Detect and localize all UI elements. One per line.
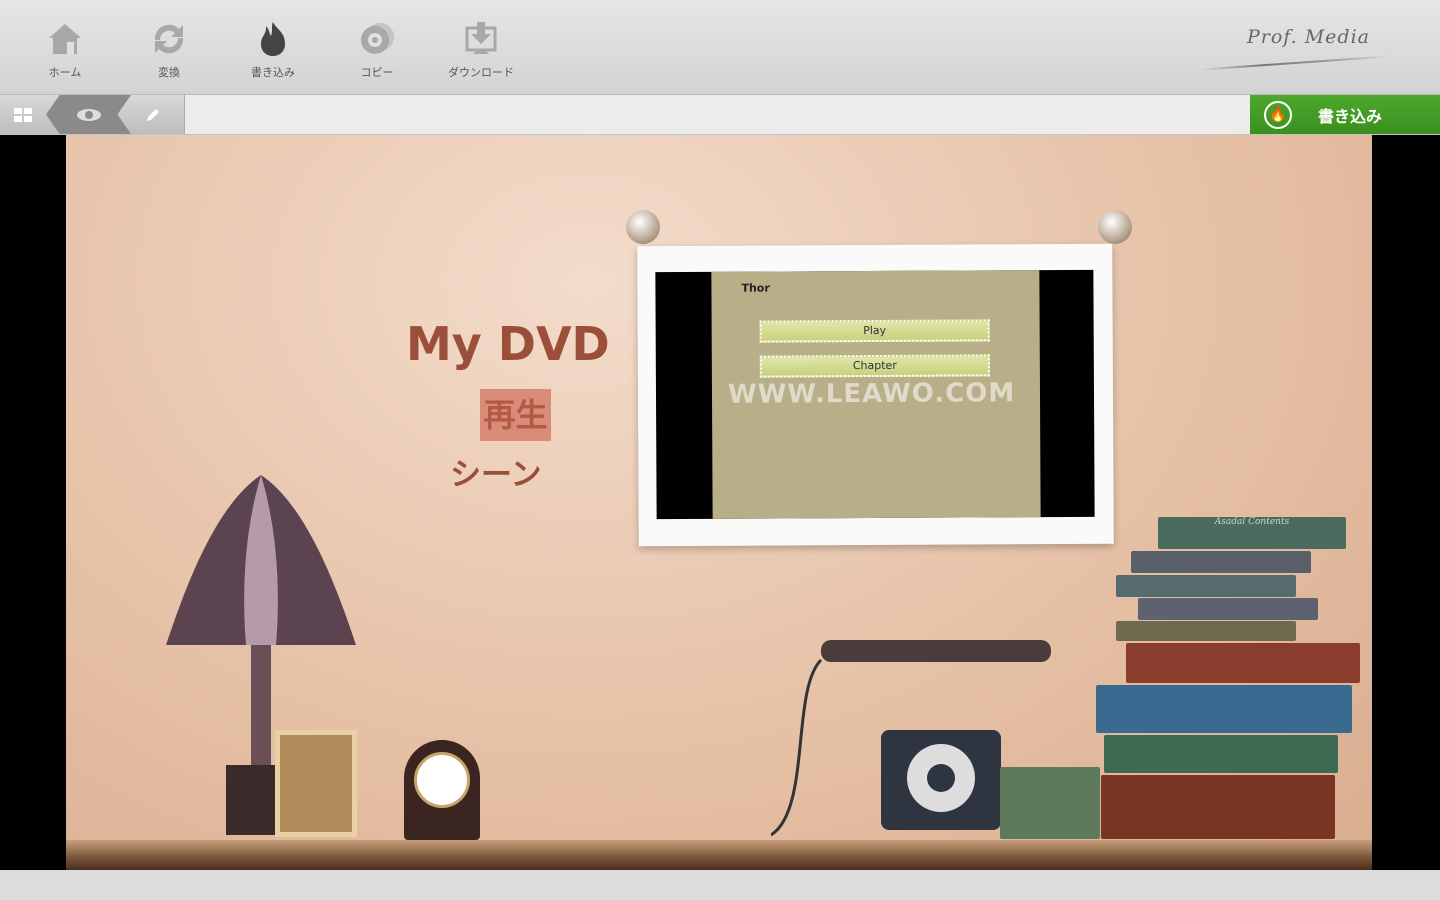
book-decoration [1096, 685, 1352, 733]
download-icon [465, 22, 497, 54]
burn-button[interactable]: 🔥 書き込み [1250, 95, 1440, 134]
thumbnail-play-button: Play [759, 319, 990, 343]
chapter-thumbnail-frame: Thor Play Chapter WWW.LEAWO.COM [637, 243, 1114, 547]
book-decoration [1104, 735, 1338, 773]
book-decoration [1116, 621, 1296, 641]
toolbar-copy[interactable]: コピー [325, 20, 429, 80]
thumbnail-menu: Thor Play Chapter WWW.LEAWO.COM [711, 270, 1041, 519]
watermark: WWW.LEAWO.COM [727, 378, 1016, 410]
book-decoration [1126, 643, 1360, 683]
burn-icon [261, 22, 285, 56]
edit-mode-button[interactable] [138, 95, 168, 134]
grid-view-button[interactable] [8, 95, 38, 134]
menu-scene-button[interactable]: シーン [450, 449, 541, 494]
shelf [66, 840, 1372, 870]
burn-icon: 🔥 [1264, 100, 1292, 129]
pencil-icon [147, 108, 159, 121]
status-bar [0, 870, 1440, 900]
book-decoration: Asadal Contents [1158, 517, 1346, 549]
photo-frame-decoration [275, 730, 357, 837]
book-decoration [1101, 775, 1335, 839]
clock-decoration [404, 740, 480, 840]
app-logo: Prof. Media [1246, 26, 1370, 48]
menu-title: My DVD [406, 317, 610, 371]
home-icon [49, 24, 81, 54]
main-toolbar: ホーム 変換 書き込み コピー ダウンロード Prof. Media [0, 0, 1440, 95]
thumbnail-chapter-button: Chapter [759, 354, 990, 378]
mode-switcher [0, 95, 185, 134]
thumbnail-title: Thor [741, 281, 770, 295]
toolbar-download[interactable]: ダウンロード [429, 20, 533, 80]
copy-icon [361, 23, 394, 54]
dvd-menu-preview: My DVD 再生 シーン Thor Play Chapter WWW.LEAW… [66, 135, 1372, 870]
logo-swoosh [1200, 55, 1390, 71]
grid-icon [14, 107, 32, 122]
convert-icon [154, 24, 184, 54]
menu-play-button[interactable]: 再生 [480, 389, 551, 441]
toolbar-home[interactable]: ホーム [13, 20, 117, 80]
pin-icon [626, 210, 660, 244]
book-decoration [1138, 598, 1318, 620]
eye-icon [76, 108, 101, 121]
thumbnail-screen: Thor Play Chapter WWW.LEAWO.COM [655, 269, 1095, 520]
book-decoration [1000, 767, 1100, 839]
book-decoration [1116, 575, 1296, 597]
action-bar: 🔥 書き込み [0, 95, 1440, 135]
toolbar-burn[interactable]: 書き込み [221, 20, 325, 80]
pin-icon [1098, 210, 1132, 244]
preview-mode-button[interactable] [46, 95, 131, 134]
book-decoration [1131, 551, 1311, 573]
toolbar-convert[interactable]: 変換 [117, 20, 221, 80]
